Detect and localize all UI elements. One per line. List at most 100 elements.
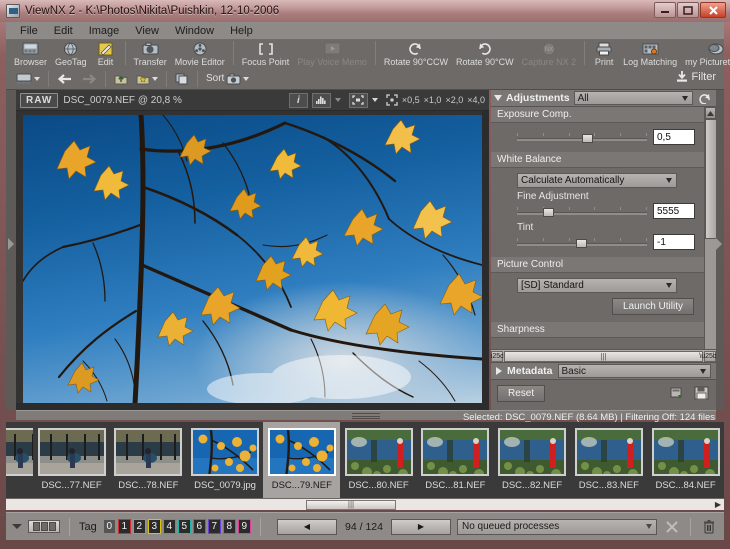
filmstrip-scroll-thumb[interactable]: ||| [306, 500, 396, 510]
tag-button-0[interactable]: 0 [103, 519, 116, 534]
picture-control-dropdown[interactable]: [SD] Standard [517, 278, 677, 293]
menu-file[interactable]: File [12, 24, 46, 38]
folder-up-button[interactable] [110, 73, 132, 85]
menu-window[interactable]: Window [167, 24, 222, 38]
scroll-left-arrow-icon[interactable]: \u25c0 [491, 351, 503, 362]
view-mode-icon[interactable] [28, 520, 60, 533]
browser-button[interactable]: Browser [10, 40, 51, 67]
exposure-comp-value[interactable]: 0,5 [653, 129, 695, 145]
left-panel-collapse-strip[interactable] [6, 90, 16, 410]
queue-dropdown[interactable]: No queued processes [457, 519, 657, 535]
copy-button[interactable] [171, 73, 193, 85]
geotag-button[interactable]: GeoTag [51, 40, 91, 67]
scroll-right-arrow-icon[interactable]: ▶ [715, 500, 721, 509]
print-button[interactable]: Print [589, 40, 619, 67]
tag-button-4[interactable]: 4 [163, 519, 176, 534]
filmstrip-item[interactable]: DSC...78.NEF [110, 422, 187, 498]
revert-icon[interactable] [697, 91, 713, 105]
histogram-button[interactable] [312, 93, 331, 108]
viewer-canvas[interactable] [16, 111, 489, 410]
next-image-button[interactable]: ▶ [391, 519, 451, 535]
tag-button-2[interactable]: 2 [133, 519, 146, 534]
exposure-comp-knob[interactable] [582, 134, 593, 143]
fine-adjustment-knob[interactable] [543, 208, 554, 217]
filmstrip-item[interactable]: DSC...83.NEF [570, 422, 647, 498]
tag-button-6[interactable]: 6 [193, 519, 206, 534]
scroll-up-arrow-icon[interactable] [705, 107, 716, 119]
tint-slider[interactable] [517, 236, 647, 248]
viewer-horizontal-scrollbar[interactable] [16, 403, 482, 410]
adjustments-vertical-scrollbar[interactable] [704, 107, 716, 362]
tag-button-1[interactable]: 1 [118, 519, 131, 534]
adjustments-horizontal-scrollbar[interactable]: \u25c0 ||| \u25b6 [491, 349, 716, 362]
menu-help[interactable]: Help [222, 24, 261, 38]
scroll-thumb[interactable] [705, 119, 716, 239]
back-button[interactable] [53, 73, 77, 85]
fine-adjustment-value[interactable]: 5555 [653, 203, 695, 219]
metadata-mode-dropdown[interactable]: Basic [558, 364, 711, 378]
filmstrip-item[interactable]: DSC...84.NEF [647, 422, 724, 498]
filmstrip-item[interactable] [6, 422, 33, 498]
toolbar-group-rotate: Rotate 90°CCW Rotate 90°CW NX Capture NX… [380, 40, 580, 68]
filmstrip-item[interactable]: DSC...82.NEF [494, 422, 571, 498]
chevron-down-icon[interactable] [335, 98, 341, 102]
chevron-right-icon[interactable] [496, 367, 502, 375]
trash-icon[interactable] [700, 518, 718, 536]
filmstrip-item[interactable]: DSC...77.NEF [33, 422, 110, 498]
rotate-ccw-button[interactable]: Rotate 90°CCW [380, 40, 452, 67]
chevron-down-icon[interactable] [494, 95, 502, 101]
my-picturetown-button[interactable]: my Picturetown [681, 40, 730, 67]
zoom-step-0[interactable]: ×0,5 [402, 95, 420, 105]
menu-image[interactable]: Image [81, 24, 128, 38]
zoom-step-2[interactable]: ×2,0 [445, 95, 463, 105]
rotate-cw-button[interactable]: Rotate 90°CW [452, 40, 518, 67]
zoom-fit-icon[interactable] [386, 94, 398, 106]
menu-view[interactable]: View [127, 24, 167, 38]
tag-button-9[interactable]: 9 [238, 519, 251, 534]
adjustments-preset-dropdown[interactable]: All [574, 91, 693, 105]
fit-to-screen-button[interactable] [349, 93, 368, 108]
white-balance-mode-dropdown[interactable]: Calculate Automatically [517, 173, 677, 188]
focus-point-button[interactable]: Focus Point [238, 40, 294, 67]
save-settings-icon[interactable] [692, 384, 710, 402]
filmstrip-item[interactable]: DSC...81.NEF [417, 422, 494, 498]
viewer-vertical-scrollbar[interactable] [482, 111, 489, 410]
log-matching-button[interactable]: Log Matching [619, 40, 681, 67]
scroll-right-arrow-icon[interactable]: \u25b6 [704, 351, 716, 362]
favorites-dropdown[interactable] [132, 73, 162, 85]
tag-button-8[interactable]: 8 [223, 519, 236, 534]
movie-editor-button[interactable]: Movie Editor [171, 40, 229, 67]
tag-button-3[interactable]: 3 [148, 519, 161, 534]
launch-utility-button[interactable]: Launch Utility [612, 298, 694, 315]
close-button[interactable] [700, 2, 726, 18]
filter-button[interactable]: Filter [675, 70, 716, 83]
edit-button[interactable]: Edit [91, 40, 121, 67]
minimize-button[interactable] [654, 2, 676, 18]
chevron-down-icon[interactable] [12, 524, 22, 529]
maximize-button[interactable] [677, 2, 699, 18]
hscroll-thumb[interactable]: ||| [504, 351, 703, 362]
tag-button-5[interactable]: 5 [178, 519, 191, 534]
tag-button-7[interactable]: 7 [208, 519, 221, 534]
previous-image-button[interactable]: ◀ [277, 519, 337, 535]
filmstrip-scrollbar[interactable]: ||| ▶ [6, 498, 724, 510]
view-mode-dropdown[interactable] [12, 73, 44, 85]
zoom-step-1[interactable]: ×1,0 [424, 95, 442, 105]
filmstrip-item[interactable]: DSC...79.NEF [263, 422, 340, 498]
reset-button[interactable]: Reset [497, 385, 545, 402]
transfer-button[interactable]: Transfer [130, 40, 171, 67]
chevron-down-icon[interactable] [372, 98, 378, 102]
tint-value[interactable]: -1 [653, 234, 695, 250]
zoom-step-3[interactable]: ×4,0 [467, 95, 485, 105]
menu-edit[interactable]: Edit [46, 24, 81, 38]
sort-control[interactable]: Sort [202, 73, 253, 85]
metadata-header[interactable]: Metadata Basic [491, 362, 716, 380]
filmstrip-item[interactable]: DSC_0079.jpg [187, 422, 264, 498]
filmstrip-item[interactable]: DSC...80.NEF [340, 422, 417, 498]
info-button[interactable]: i [289, 93, 308, 108]
copy-settings-icon[interactable] [668, 384, 686, 402]
fine-adjustment-slider[interactable] [517, 205, 647, 217]
tint-knob[interactable] [576, 239, 587, 248]
exposure-comp-slider[interactable] [517, 131, 647, 143]
divider-handle[interactable] [352, 413, 380, 419]
